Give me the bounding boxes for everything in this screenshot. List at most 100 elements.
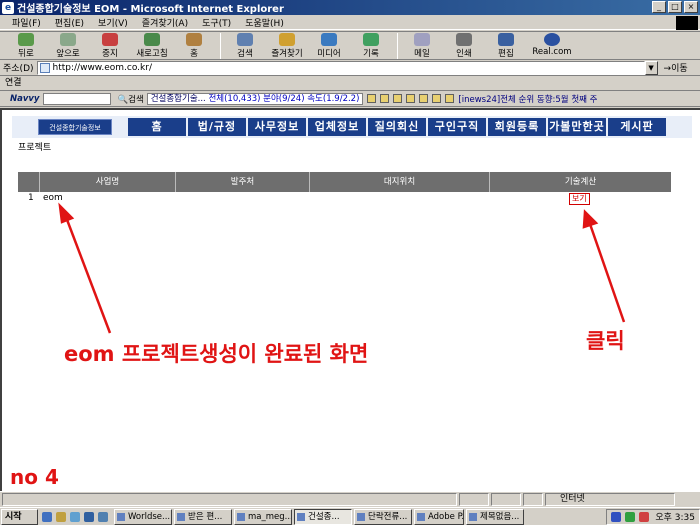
- status-pane: [491, 493, 521, 506]
- header-project: 사업명: [40, 172, 176, 192]
- breadcrumb: 프로젝트: [18, 143, 52, 153]
- toolbar-icon[interactable]: [380, 94, 390, 103]
- menu-edit[interactable]: 편집(E): [55, 16, 84, 29]
- nav-register[interactable]: 회원등록: [488, 118, 546, 136]
- go-button[interactable]: →이동: [664, 61, 688, 74]
- nav-places[interactable]: 가볼만한곳: [548, 118, 606, 136]
- task-button[interactable]: Adobe P...: [414, 508, 464, 525]
- table-header: 사업명 발주처 대지위치 기술계산: [18, 172, 671, 192]
- nav-board[interactable]: 게시판: [608, 118, 666, 136]
- view-link[interactable]: 보기: [569, 193, 590, 205]
- navvy-result-box[interactable]: 건설종합기술... 전체(10,433) 분야(9/24) 속도(1.9/2.2…: [146, 92, 364, 105]
- search-icon: [237, 33, 253, 46]
- task-button[interactable]: 제목없음...: [466, 508, 524, 525]
- toolbar: 뒤로 앞으로 중지 새로고침 홈 검색 즐겨찾기 미디어 기록 메일 인쇄 편집…: [0, 31, 700, 60]
- stop-button[interactable]: 중지: [90, 32, 130, 59]
- menu-file[interactable]: 파일(F): [12, 16, 41, 29]
- history-icon: [363, 33, 379, 46]
- taskbar: 시작 Worldse... 받은 편... ma_meg... 건설종... 단…: [0, 507, 700, 525]
- page-icon: [39, 62, 50, 73]
- realcom-button[interactable]: Real.com: [528, 32, 576, 57]
- toolbar-icon[interactable]: [406, 94, 416, 103]
- links-bar[interactable]: 연결: [0, 76, 700, 91]
- header-calc: 기술계산: [564, 177, 597, 187]
- annotation-main: eom 프로젝트생성이 완료된 화면: [64, 342, 369, 366]
- status-text: [2, 493, 457, 506]
- window-title: 건설종합기술정보 EOM - Microsoft Internet Explor…: [17, 4, 284, 15]
- arrow-to-view: [588, 223, 626, 323]
- menu-tools[interactable]: 도구(T): [202, 16, 231, 29]
- history-button[interactable]: 기록: [351, 32, 391, 59]
- address-label: 주소(D): [3, 64, 34, 74]
- favorites-button[interactable]: 즐겨찾기: [267, 32, 307, 59]
- nav-office[interactable]: 사무정보: [248, 118, 306, 136]
- navvy-search-input[interactable]: [43, 92, 112, 105]
- web-content: 건설종합기술정보 홈 법/규정 사무정보 업체정보 질의회신 구인구직 회원등록…: [0, 108, 700, 491]
- camera-icon[interactable]: [445, 94, 455, 103]
- tray-icon[interactable]: [611, 511, 622, 522]
- toolbar-icon[interactable]: [367, 94, 377, 103]
- system-tray: 오후 3:35: [606, 508, 700, 525]
- quicklaunch-icon[interactable]: [70, 511, 80, 522]
- menu-help[interactable]: 도움말(H): [245, 16, 284, 29]
- address-value: http://www.eom.co.kr/: [52, 62, 152, 73]
- task-button[interactable]: 받은 편...: [174, 508, 232, 525]
- forward-icon: [60, 33, 76, 46]
- status-pane: [523, 493, 543, 506]
- windows-logo-icon: [676, 16, 698, 30]
- toolbar-icon[interactable]: [419, 94, 429, 103]
- nav-home[interactable]: 홈: [128, 118, 186, 136]
- start-button[interactable]: 시작: [1, 508, 38, 525]
- site-logo[interactable]: 건설종합기술정보: [38, 119, 112, 135]
- navvy-search-button[interactable]: 🔍검색: [117, 93, 143, 105]
- nav-law[interactable]: 법/규정: [188, 118, 246, 136]
- title-bar: e 건설종합기술정보 EOM - Microsoft Internet Expl…: [0, 0, 700, 15]
- status-zone: 인터넷: [545, 493, 675, 506]
- maximize-button[interactable]: □: [668, 1, 682, 13]
- mail-button[interactable]: 메일: [402, 32, 442, 59]
- nav-company[interactable]: 업체정보: [308, 118, 366, 136]
- navvy-brand[interactable]: Navvy: [10, 94, 39, 104]
- toolbar-separator: [397, 33, 398, 59]
- favorites-icon: [279, 33, 295, 46]
- clock[interactable]: 오후 3:35: [655, 510, 695, 523]
- print-icon: [456, 33, 472, 46]
- ie-icon: e: [2, 1, 14, 14]
- print-button[interactable]: 인쇄: [444, 32, 484, 59]
- media-button[interactable]: 미디어: [309, 32, 349, 59]
- nav-qna[interactable]: 질의회신: [368, 118, 426, 136]
- mail-icon: [414, 33, 430, 46]
- nav-jobs[interactable]: 구인구직: [428, 118, 486, 136]
- forward-button[interactable]: 앞으로: [48, 32, 88, 59]
- search-button[interactable]: 검색: [225, 32, 265, 59]
- pen-icon[interactable]: [432, 94, 442, 103]
- row-project-name[interactable]: eom: [43, 193, 63, 203]
- stop-icon: [102, 33, 118, 46]
- close-button[interactable]: ×: [684, 1, 698, 13]
- task-button[interactable]: ma_meg...: [234, 508, 292, 525]
- refresh-button[interactable]: 새로고침: [132, 32, 172, 59]
- back-button[interactable]: 뒤로: [6, 32, 46, 59]
- tray-icon[interactable]: [639, 511, 650, 522]
- home-button[interactable]: 홈: [174, 32, 214, 59]
- minimize-button[interactable]: _: [652, 1, 666, 13]
- edit-button[interactable]: 편집: [486, 32, 526, 59]
- task-button[interactable]: 단락전류...: [354, 508, 412, 525]
- menu-view[interactable]: 보기(V): [98, 16, 128, 29]
- news-ticker[interactable]: [inews24]전체 순위 동향:5월 첫째 주: [458, 93, 597, 105]
- task-button[interactable]: Worldse...: [114, 508, 172, 525]
- arrow-to-row: [64, 216, 112, 334]
- quicklaunch-icon[interactable]: [98, 511, 108, 522]
- menu-favorites[interactable]: 즐겨찾기(A): [142, 16, 188, 29]
- address-dropdown[interactable]: ▼: [644, 60, 658, 75]
- task-button-active[interactable]: 건설종...: [294, 508, 352, 525]
- tray-icon[interactable]: [625, 511, 636, 522]
- address-input[interactable]: http://www.eom.co.kr/: [36, 60, 645, 75]
- toolbar-separator: [220, 33, 221, 59]
- quicklaunch-icon[interactable]: [56, 511, 66, 522]
- quicklaunch-icon[interactable]: [84, 511, 94, 522]
- folder-icon[interactable]: [393, 94, 403, 103]
- site-nav: 건설종합기술정보 홈 법/규정 사무정보 업체정보 질의회신 구인구직 회원등록…: [12, 116, 692, 138]
- quicklaunch-icon[interactable]: [42, 511, 52, 522]
- arrowhead: [582, 209, 599, 229]
